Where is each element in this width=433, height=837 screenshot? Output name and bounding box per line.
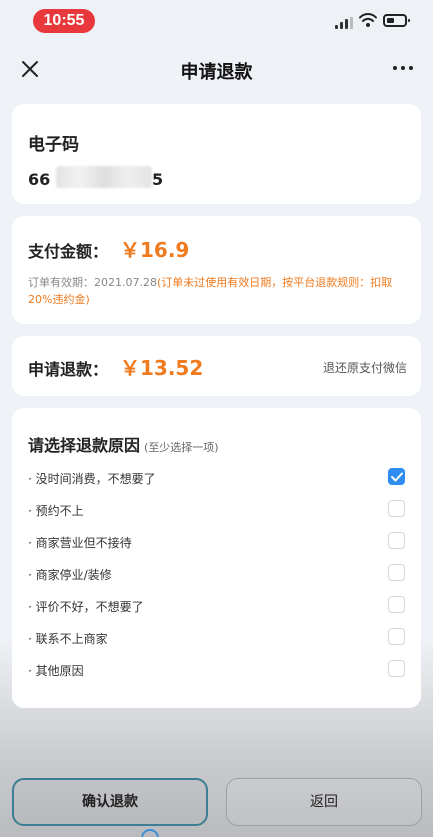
reason-item[interactable]: · 其他原因 [28,660,405,680]
checkbox[interactable] [388,628,405,645]
more-icon[interactable] [393,66,413,72]
check-icon [391,472,403,482]
home-indicator [141,829,159,837]
reason-item[interactable]: · 预约不上 [28,500,405,520]
refund-method: 退还原支付微信 [322,361,407,375]
refund-amount: ￥13.52 [120,356,204,380]
code-card: 电子码 66 5 [12,104,421,204]
reason-item[interactable]: · 没时间消费，不想要了 [28,468,405,488]
checkbox[interactable] [388,596,405,613]
reasons-title-text: 请选择退款原因 [28,436,141,455]
reason-label: · 评价不好，不想要了 [28,600,144,614]
reason-label: · 没时间消费，不想要了 [28,472,156,486]
confirm-refund-button[interactable]: 确认退款 [12,778,208,826]
reason-label: · 预约不上 [28,504,84,518]
validity-note: 订单有效期：2021.07.28(订单未过使用有效日期，按平台退款规则：扣取20… [28,274,408,308]
pay-amount: ￥16.9 [120,238,190,262]
reason-label: · 商家营业但不接待 [28,536,132,550]
checkbox[interactable] [388,564,405,581]
code-mask [56,166,152,188]
pay-label: 支付金额： [28,242,109,261]
code-value-prefix: 66 [28,170,51,189]
back-button[interactable]: 返回 [226,778,422,826]
checkbox[interactable] [388,532,405,549]
checkbox-checked[interactable] [388,468,405,485]
validity-date: 订单有效期：2021.07.28 [28,276,157,289]
reasons-hint: (至少选择一项) [144,441,219,454]
refund-card: 申请退款： ￥13.52 退还原支付微信 [12,336,421,396]
refund-label: 申请退款： [28,360,109,379]
reason-item[interactable]: · 评价不好，不想要了 [28,596,405,616]
checkbox[interactable] [388,500,405,517]
pay-card: 支付金额： ￥16.9 订单有效期：2021.07.28(订单未过使用有效日期，… [12,216,421,324]
status-time: 10:55 [33,9,95,33]
code-value-suffix: 5 [152,170,164,189]
checkbox[interactable] [388,660,405,677]
nav-bar: 申请退款 [0,44,433,94]
battery-icon [383,14,410,27]
reason-label: · 联系不上商家 [28,632,108,646]
signal-icon [335,17,353,29]
reason-label: · 其他原因 [28,664,84,678]
status-bar: 10:55 [0,0,433,40]
reasons-card: 请选择退款原因 (至少选择一项) · 没时间消费，不想要了 · 预约不上 · 商家… [12,408,421,708]
reason-item[interactable]: · 联系不上商家 [28,628,405,648]
reason-item[interactable]: · 商家营业但不接待 [28,532,405,552]
wifi-icon [359,13,377,27]
reasons-title: 请选择退款原因 (至少选择一项) [28,432,219,456]
reason-label: · 商家停业/装修 [28,568,112,582]
reason-item[interactable]: · 商家停业/装修 [28,564,405,584]
code-label: 电子码 [28,135,79,155]
page-title: 申请退款 [180,62,253,83]
